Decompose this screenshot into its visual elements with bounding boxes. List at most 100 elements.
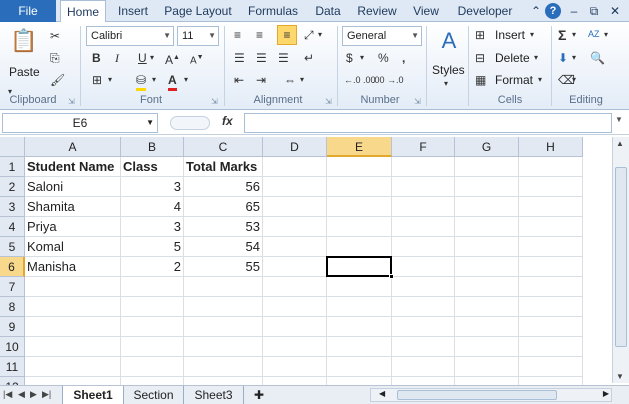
cell-d8[interactable] — [263, 297, 327, 317]
file-tab[interactable]: File — [0, 0, 56, 22]
clipboard-dialog-launcher-icon[interactable]: ⇲ — [68, 97, 75, 106]
cell-e10[interactable] — [327, 337, 392, 357]
cell-c7[interactable] — [184, 277, 263, 297]
orientation-icon[interactable]: ⤢ — [304, 27, 314, 43]
column-header-d[interactable]: D — [263, 137, 327, 157]
cell-b11[interactable] — [121, 357, 184, 377]
cell-g2[interactable] — [455, 177, 519, 197]
row-header-9[interactable]: 9 — [0, 317, 25, 337]
cell-d7[interactable] — [263, 277, 327, 297]
scroll-down-icon[interactable]: ▼ — [616, 372, 624, 381]
scroll-right-icon[interactable]: ▶ — [603, 389, 609, 398]
scroll-up-icon[interactable]: ▲ — [616, 139, 624, 148]
next-sheet-icon[interactable]: ▶ — [30, 389, 37, 400]
cell-e11[interactable] — [327, 357, 392, 377]
cell-h2[interactable] — [519, 177, 583, 197]
cell-e3[interactable] — [327, 197, 392, 217]
cell-c6[interactable]: 55 — [184, 257, 263, 277]
row-header-1[interactable]: 1 — [0, 157, 25, 177]
cell-h3[interactable] — [519, 197, 583, 217]
underline-button[interactable]: U — [138, 50, 147, 66]
cell-f1[interactable] — [392, 157, 455, 177]
format-painter-icon[interactable]: 🖌 — [50, 72, 65, 88]
cell-f11[interactable] — [392, 357, 455, 377]
cell-d9[interactable] — [263, 317, 327, 337]
cell-e7[interactable] — [327, 277, 392, 297]
align-bottom-icon[interactable]: ≡ — [277, 25, 297, 45]
cell-h11[interactable] — [519, 357, 583, 377]
number-format-box[interactable]: General ▼ — [342, 26, 422, 46]
currency-button[interactable]: $ — [346, 50, 353, 66]
format-dropdown-icon[interactable]: ▾ — [538, 72, 542, 88]
borders-icon[interactable]: ⊞ — [92, 72, 102, 88]
cell-f10[interactable] — [392, 337, 455, 357]
tab-formulas[interactable]: Formulas — [240, 0, 306, 22]
cell-b9[interactable] — [121, 317, 184, 337]
insert-sheet-icon[interactable]: ✚ — [246, 386, 272, 404]
cell-a4[interactable]: Priya — [25, 217, 121, 237]
find-select-icon[interactable]: 🔍 — [590, 50, 605, 66]
delete-cells-button[interactable]: Delete — [495, 50, 530, 66]
cell-a1[interactable]: Student Name — [25, 157, 121, 177]
cell-h7[interactable] — [519, 277, 583, 297]
font-dialog-launcher-icon[interactable]: ⇲ — [211, 97, 218, 106]
font-name-box[interactable]: Calibri ▼ — [86, 26, 174, 46]
cell-d5[interactable] — [263, 237, 327, 257]
first-sheet-icon[interactable]: |◀ — [3, 389, 12, 400]
cell-g4[interactable] — [455, 217, 519, 237]
select-all-corner[interactable] — [0, 137, 25, 157]
cell-c4[interactable]: 53 — [184, 217, 263, 237]
align-center-icon[interactable]: ☰ — [256, 50, 267, 66]
alignment-dialog-launcher-icon[interactable]: ⇲ — [325, 97, 332, 106]
cell-b7[interactable] — [121, 277, 184, 297]
cell-g8[interactable] — [455, 297, 519, 317]
delete-dropdown-icon[interactable]: ▾ — [534, 50, 538, 66]
cell-c2[interactable]: 56 — [184, 177, 263, 197]
cell-a8[interactable] — [25, 297, 121, 317]
merge-center-icon[interactable]: ⇔ — [284, 72, 296, 88]
cell-h10[interactable] — [519, 337, 583, 357]
row-header-4[interactable]: 4 — [0, 217, 25, 237]
cell-f6[interactable] — [392, 257, 455, 277]
help-icon[interactable]: ? — [545, 3, 561, 19]
cell-d3[interactable] — [263, 197, 327, 217]
fill-dropdown-icon[interactable]: ▾ — [572, 50, 576, 66]
cut-icon[interactable]: ✂ — [50, 28, 60, 44]
cell-f3[interactable] — [392, 197, 455, 217]
cell-d6[interactable] — [263, 257, 327, 277]
fill-color-icon[interactable]: ⛁ — [136, 72, 147, 91]
prev-sheet-icon[interactable]: ◀ — [18, 389, 25, 400]
cell-c5[interactable]: 54 — [184, 237, 263, 257]
autosum-dropdown-icon[interactable]: ▾ — [572, 27, 576, 43]
cell-h5[interactable] — [519, 237, 583, 257]
font-color-icon[interactable]: A — [168, 72, 177, 91]
tab-review[interactable]: Review — [352, 0, 402, 22]
decrease-font-icon[interactable]: A▼ — [190, 50, 204, 69]
paste-icon[interactable]: 📋 — [10, 28, 37, 54]
fill-color-dropdown-icon[interactable]: ▾ — [152, 72, 156, 88]
cell-b10[interactable] — [121, 337, 184, 357]
cell-h8[interactable] — [519, 297, 583, 317]
row-header-3[interactable]: 3 — [0, 197, 25, 217]
orientation-dropdown-icon[interactable]: ▾ — [318, 27, 322, 43]
cell-c9[interactable] — [184, 317, 263, 337]
cell-c10[interactable] — [184, 337, 263, 357]
insert-cells-button[interactable]: Insert — [495, 27, 525, 43]
cell-c8[interactable] — [184, 297, 263, 317]
cell-f2[interactable] — [392, 177, 455, 197]
tab-insert[interactable]: Insert — [110, 0, 156, 22]
row-header-7[interactable]: 7 — [0, 277, 25, 297]
column-header-a[interactable]: A — [25, 137, 121, 157]
wrap-text-icon[interactable]: ↵ — [304, 50, 314, 66]
scroll-left-icon[interactable]: ◀ — [379, 389, 385, 398]
column-header-f[interactable]: F — [392, 137, 455, 157]
cell-a11[interactable] — [25, 357, 121, 377]
insert-cells-icon[interactable]: ⊞ — [475, 27, 485, 43]
copy-icon[interactable]: ⎘ — [50, 50, 60, 66]
increase-font-icon[interactable]: A▲ — [165, 50, 180, 68]
tab-home[interactable]: Home — [60, 0, 106, 23]
restore-icon[interactable]: ⧉ — [586, 3, 602, 19]
clear-dropdown-icon[interactable]: ▾ — [572, 72, 576, 88]
cell-a6[interactable]: Manisha — [25, 257, 121, 277]
column-header-h[interactable]: H — [519, 137, 583, 157]
